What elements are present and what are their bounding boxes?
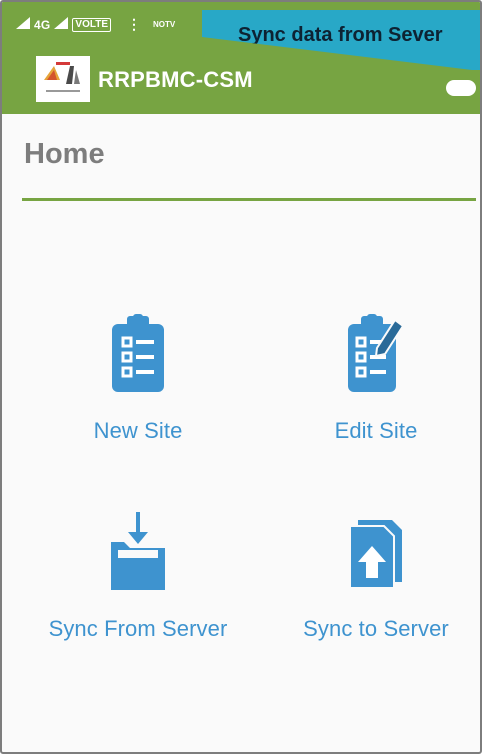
title-divider	[22, 198, 476, 201]
network-type: 4G	[34, 17, 51, 32]
volte-badge: VOLTE	[72, 17, 112, 32]
sync-to-server-tile[interactable]: Sync to Server	[266, 512, 480, 652]
app-bar: RRPBMC-CSM	[2, 46, 480, 114]
overflow-menu-icon[interactable]	[446, 80, 476, 96]
sync-banner-text: Sync data from Sever	[238, 24, 443, 46]
more-status-icon: ⋮	[127, 16, 142, 32]
sync-to-server-label: Sync to Server	[303, 616, 449, 641]
signal-icon	[16, 17, 30, 32]
status-left: 4G VOLTE ⋮ NOTV	[16, 16, 175, 33]
edit-site-tile[interactable]: Edit Site	[266, 314, 480, 454]
download-folder-icon	[111, 512, 165, 590]
new-site-label: New Site	[93, 418, 183, 443]
clipboard-list-icon	[112, 314, 164, 392]
new-site-tile[interactable]: New Site	[28, 314, 248, 454]
app-title: RRPBMC-CSM	[98, 67, 253, 92]
upload-document-icon	[349, 520, 402, 589]
app-frame: 4G VOLTE ⋮ NOTV Sync data from Sever RRP…	[0, 0, 482, 754]
edit-site-label: Edit Site	[334, 418, 418, 443]
sync-from-server-label: Sync From Server	[48, 616, 228, 641]
sync-from-server-tile[interactable]: Sync From Server	[28, 512, 248, 652]
app-header: 4G VOLTE ⋮ NOTV Sync data from Sever RRP…	[2, 2, 480, 114]
page-title: Home	[24, 138, 105, 170]
clipboard-edit-icon	[348, 314, 405, 392]
status-tag: NOTV	[153, 20, 176, 29]
app-logo	[36, 56, 90, 102]
signal-icon-2	[54, 17, 69, 32]
